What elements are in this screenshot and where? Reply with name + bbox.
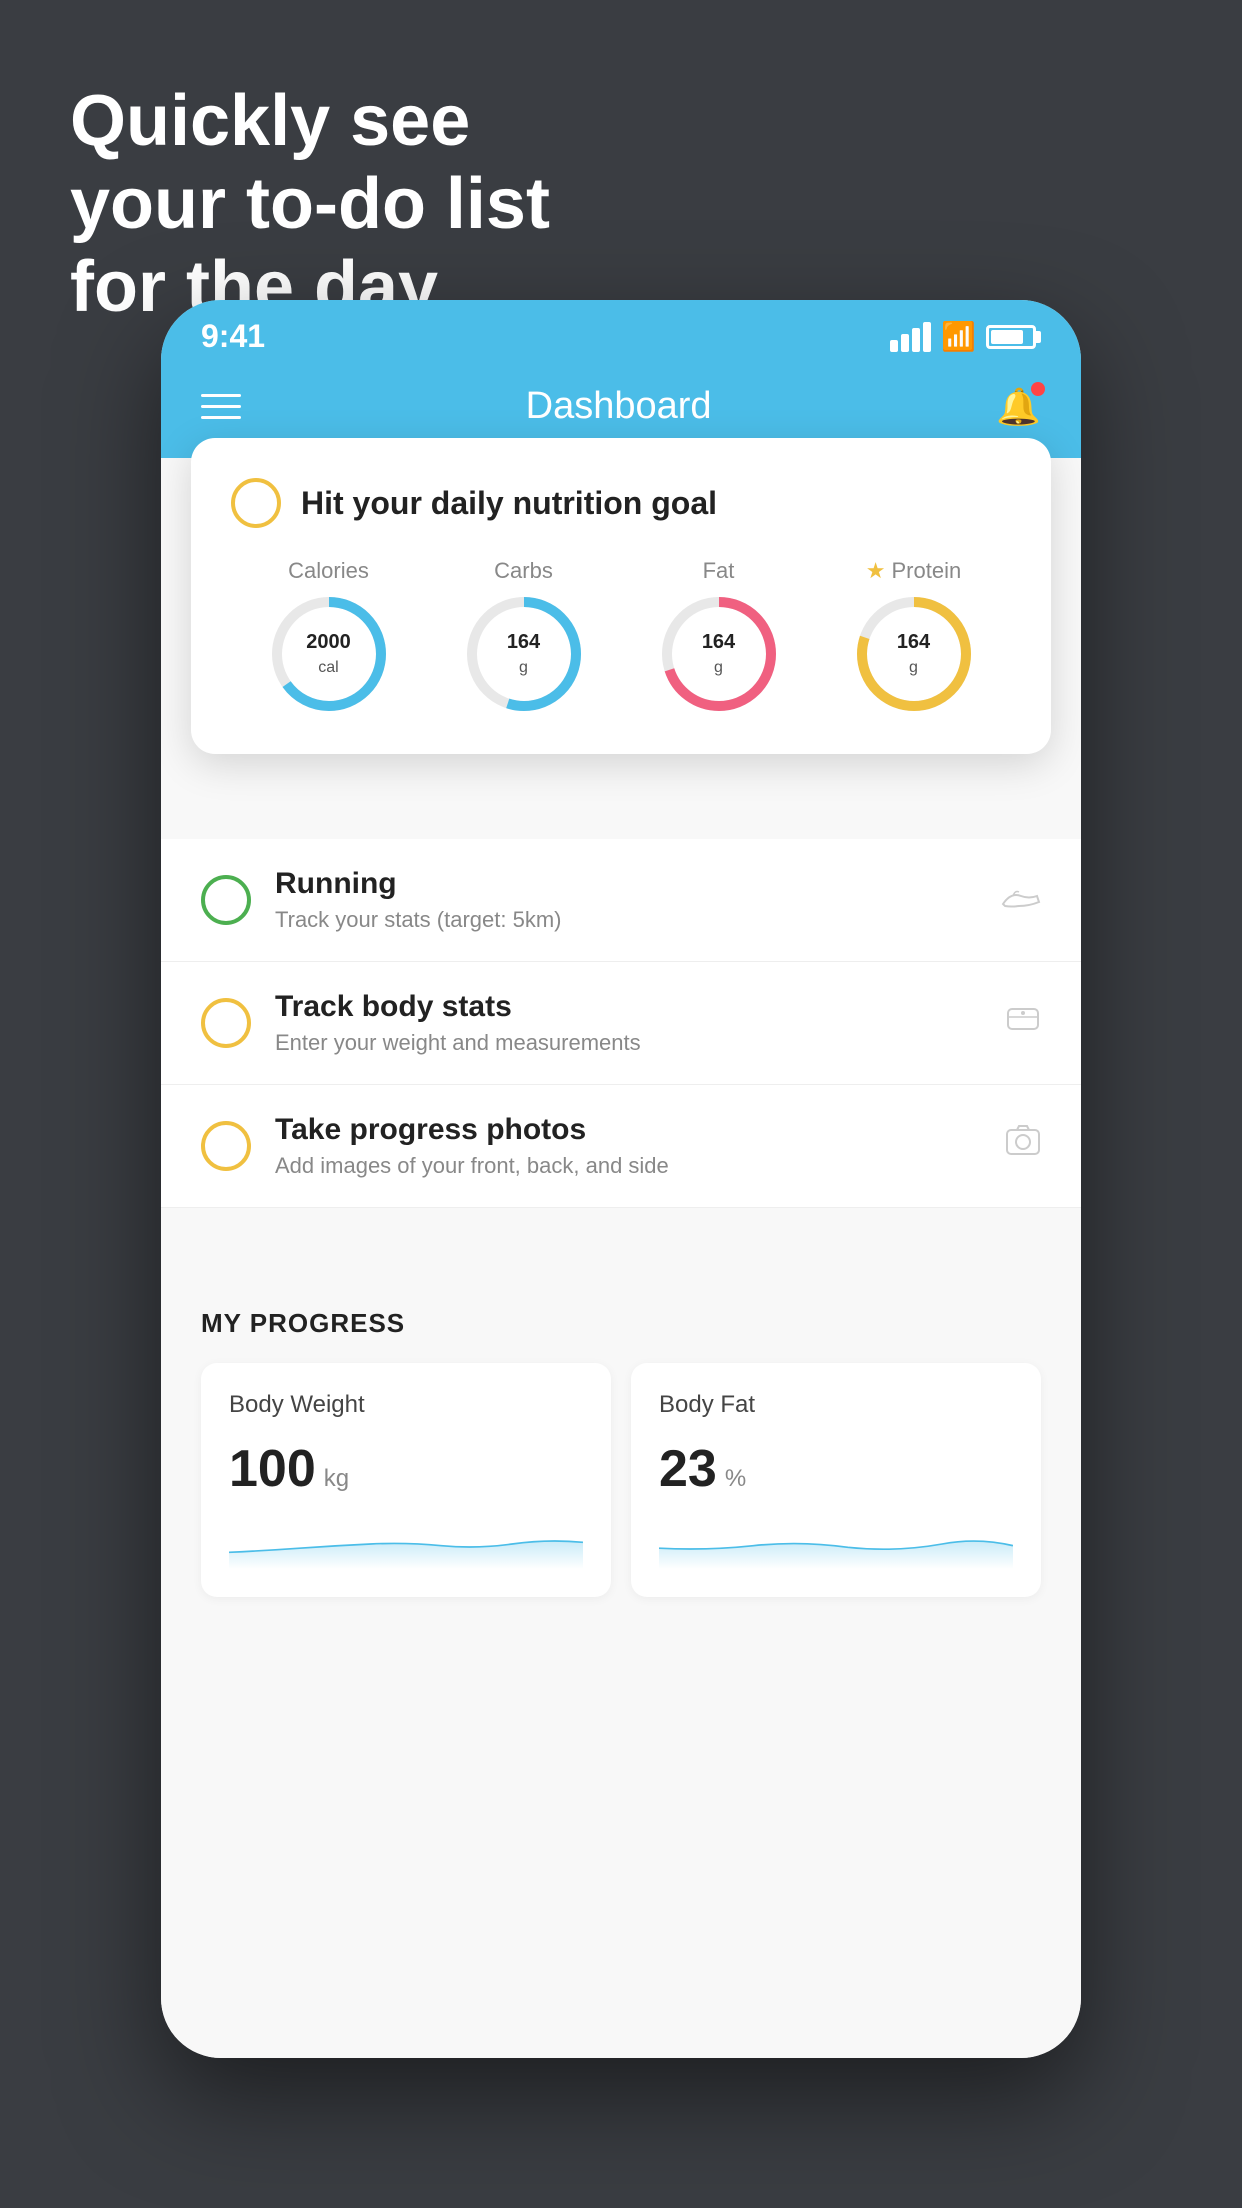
app-title: Dashboard [526,385,712,428]
protein-star-icon: ★ [866,558,886,584]
hero-line1: Quickly see [70,80,550,163]
menu-button[interactable] [201,394,241,419]
list-item[interactable]: Running Track your stats (target: 5km) [161,839,1081,962]
scale-icon [1005,1001,1041,1046]
carbs-label: Carbs [494,558,553,584]
photos-subtitle: Add images of your front, back, and side [275,1153,981,1179]
list-item[interactable]: Track body stats Enter your weight and m… [161,962,1081,1085]
app-content: THINGS TO DO TODAY Hit your daily nutrit… [161,458,1081,2058]
photos-content: Take progress photos Add images of your … [275,1113,981,1179]
hero-text: Quickly see your to-do list for the day. [70,80,550,328]
nutrition-card-header: Hit your daily nutrition goal [231,478,1011,528]
status-bar: 9:41 📶 [161,300,1081,365]
status-time: 9:41 [201,318,265,355]
body-weight-card: Body Weight 100 kg [201,1363,611,1597]
body-weight-chart [229,1519,583,1569]
nutrition-carbs: Carbs 164g [464,558,584,714]
body-fat-label: Body Fat [659,1391,1013,1419]
protein-label: ★ Protein [866,558,961,584]
running-title: Running [275,867,977,901]
calories-label: Calories [288,558,369,584]
body-stats-content: Track body stats Enter your weight and m… [275,990,981,1056]
nutrition-grid: Calories 2000cal Carbs [231,558,1011,714]
running-subtitle: Track your stats (target: 5km) [275,907,977,933]
running-content: Running Track your stats (target: 5km) [275,867,977,933]
body-weight-unit: kg [324,1465,349,1493]
battery-icon [986,325,1041,349]
progress-section: MY PROGRESS Body Weight 100 kg [161,1268,1081,1637]
hero-line2: your to-do list [70,163,550,246]
notification-button[interactable]: 🔔 [996,386,1041,428]
photos-status-circle [201,1121,251,1171]
body-fat-value-row: 23 % [659,1439,1013,1499]
nutrition-calories: Calories 2000cal [269,558,389,714]
list-item[interactable]: Take progress photos Add images of your … [161,1085,1081,1208]
fat-label: Fat [703,558,735,584]
nutrition-protein: ★ Protein 164g [854,558,974,714]
body-stats-status-circle [201,998,251,1048]
body-fat-card: Body Fat 23 % [631,1363,1041,1597]
body-weight-value: 100 [229,1439,316,1499]
nutrition-fat: Fat 164g [659,558,779,714]
nutrition-status-circle[interactable] [231,478,281,528]
shoe-icon [1001,879,1041,921]
signal-icon [890,322,931,352]
body-fat-chart [659,1519,1013,1569]
progress-header: MY PROGRESS [201,1308,1041,1339]
carbs-chart: 164g [464,594,584,714]
phone-screen: 9:41 📶 Dashboard 🔔 [161,300,1081,2058]
protein-chart: 164g [854,594,974,714]
wifi-icon: 📶 [941,320,976,353]
body-stats-subtitle: Enter your weight and measurements [275,1030,981,1056]
body-stats-title: Track body stats [275,990,981,1024]
body-fat-value: 23 [659,1439,717,1499]
body-fat-unit: % [725,1465,746,1493]
nutrition-card: Hit your daily nutrition goal Calories 2… [191,438,1051,754]
body-weight-value-row: 100 kg [229,1439,583,1499]
progress-grid: Body Weight 100 kg [201,1363,1041,1597]
running-status-circle [201,875,251,925]
nutrition-card-title: Hit your daily nutrition goal [301,485,717,522]
phone-mockup: 9:41 📶 Dashboard 🔔 [161,300,1081,2058]
todo-list: Running Track your stats (target: 5km) [161,839,1081,1208]
photo-icon [1005,1124,1041,1169]
body-weight-label: Body Weight [229,1391,583,1419]
calories-chart: 2000cal [269,594,389,714]
status-icons: 📶 [890,320,1041,353]
fat-chart: 164g [659,594,779,714]
photos-title: Take progress photos [275,1113,981,1147]
notification-badge [1031,382,1045,396]
